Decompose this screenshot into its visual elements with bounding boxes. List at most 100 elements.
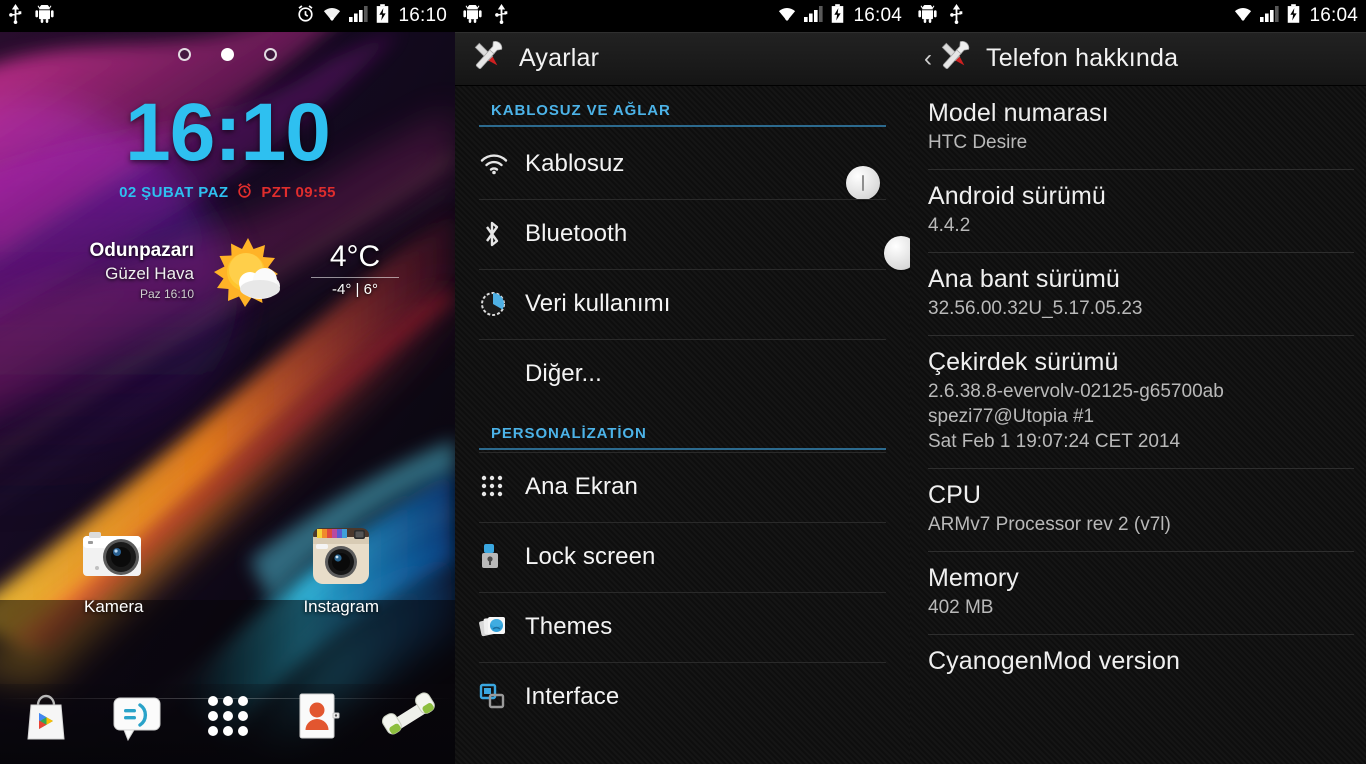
section-divider [479,125,886,127]
contacts-icon [293,688,345,749]
about-item-value: ARMv7 Processor rev 2 (v7l) [928,514,1171,535]
app-shortcut-kamera[interactable]: Kamera [0,525,228,617]
settings-row-ana-ekran[interactable]: Ana Ekran [479,452,886,522]
weather-temperature-block: 4°C -4° | 6° [307,240,403,298]
about-item-title: Çekirdek sürümü [928,348,1119,376]
wifi-icon [1233,5,1253,27]
battery-charging-icon [376,4,389,28]
android-icon [918,3,937,28]
settings-row-label: Ana Ekran [525,473,638,500]
three-phone-screenshots: 16:10 16:10 02 ŞUBAT PAZ PZT 09:55 Odunp… [0,0,1366,764]
back-button[interactable]: ‹ [924,46,932,71]
about-item-cpu[interactable]: CPU ARMv7 Processor rev 2 (v7l) [910,468,1366,551]
settings-tools-icon [936,39,974,78]
about-list[interactable]: Model numarası HTC Desire Android sürümü… [910,86,1366,692]
divider [311,277,399,278]
usb-icon [949,3,964,29]
settings-row-label: Interface [525,683,620,710]
settings-row-interface[interactable]: Interface [479,662,886,732]
page-title: Ayarlar [519,44,600,72]
clock-widget[interactable]: 16:10 02 ŞUBAT PAZ PZT 09:55 [0,92,455,203]
settings-row-bluetooth[interactable]: Bluetooth [479,199,910,270]
about-item-value: 2.6.38.8-evervolv-02125-g65700ab spezi77… [928,381,1224,452]
about-item-title: Model numarası [928,99,1109,127]
about-item-kernel-version[interactable]: Çekirdek sürümü 2.6.38.8-evervolv-02125-… [910,335,1366,468]
about-item-model[interactable]: Model numarası HTC Desire [910,86,1366,169]
status-clock: 16:04 [1309,5,1358,26]
settings-panel: 16:04 Ayarlar KABLOSUZ VE AĞLAR Kablosuz… [455,0,910,764]
settings-row-lock-screen[interactable]: Lock screen [479,522,886,592]
wifi-icon [322,5,342,27]
settings-row-themes[interactable]: Themes [479,592,886,662]
settings-tools-icon [469,39,507,78]
section-header-personalization: PERSONALİZATİON [491,425,647,442]
app-label: Kamera [83,597,144,616]
page-dot-active[interactable] [221,48,234,61]
settings-status-bar: 16:04 [455,0,910,32]
weather-low-high: -4° | 6° [332,281,378,298]
sun-behind-cloud-icon [210,236,290,317]
settings-row-label: Diğer... [525,360,602,387]
page-dot[interactable] [264,48,277,61]
next-alarm: PZT 09:55 [261,184,336,201]
about-item-baseband-version[interactable]: Ana bant sürümü 32.56.00.32U_5.17.05.23 [910,252,1366,335]
weather-text: Odunpazarı Güzel Hava Paz 16:10 [44,240,194,301]
section-header-wireless: KABLOSUZ VE AĞLAR [491,102,671,119]
status-clock: 16:04 [853,5,902,26]
settings-list[interactable]: KABLOSUZ VE AĞLAR Kablosuz Bluetooth Ver… [455,86,910,732]
settings-action-bar: Ayarlar [455,32,910,86]
usb-icon [494,3,509,29]
about-action-bar: ‹ Telefon hakkında [910,32,1366,86]
clock-date: 02 ŞUBAT PAZ [119,184,229,201]
camera-icon [0,525,228,587]
page-dot[interactable] [178,48,191,61]
home-dock [0,684,455,764]
about-item-value: 4.4.2 [928,215,971,236]
about-item-title: Android sürümü [928,182,1106,210]
app-drawer-icon [202,690,254,747]
weather-temperature: 4°C [329,240,381,273]
home-app-icons: Kamera Instagram [0,525,455,617]
settings-sheet: Ayarlar KABLOSUZ VE AĞLAR Kablosuz Bluet… [455,32,910,764]
about-sheet: ‹ Telefon hakkında Model numarası HTC De… [910,32,1366,764]
lock-icon [479,543,525,571]
phone-icon [378,690,442,747]
about-phone-panel: 16:04 ‹ Telefon hakkında Model numarası … [910,0,1366,764]
clock-dateline: 02 ŞUBAT PAZ PZT 09:55 [0,182,455,203]
about-item-android-version[interactable]: Android sürümü 4.4.2 [910,169,1366,252]
section-divider [479,448,886,450]
settings-row-kablosuz[interactable]: Kablosuz [479,129,886,200]
dock-item-play-store[interactable] [0,687,91,750]
clock-time: 16:10 [125,87,331,178]
dock-item-app-drawer[interactable] [182,690,273,747]
weather-condition: Güzel Hava [105,264,194,283]
about-item-title: Memory [928,564,1019,592]
android-icon [35,3,54,28]
settings-row-veri-kullanimi[interactable]: Veri kullanımı [479,269,886,339]
weather-city: Odunpazarı [89,240,194,261]
about-item-title: CPU [928,481,982,509]
status-clock: 16:10 [398,5,447,26]
android-icon [463,3,482,28]
play-store-icon [17,687,75,750]
grid-dots-icon [479,473,525,501]
about-item-value: 402 MB [928,597,994,618]
about-item-value: 32.56.00.32U_5.17.05.23 [928,298,1143,319]
page-indicator [0,48,455,61]
settings-row-label: Lock screen [525,543,656,570]
about-item-cyanogenmod-version[interactable]: CyanogenMod version [910,634,1366,692]
weather-widget[interactable]: Odunpazarı Güzel Hava Paz 16:10 4°C -4° … [44,238,411,314]
about-item-memory[interactable]: Memory 402 MB [910,551,1366,634]
app-shortcut-instagram[interactable]: Instagram [228,525,456,617]
dock-item-messaging[interactable] [91,688,182,749]
about-item-value: HTC Desire [928,132,1028,153]
signal-icon [349,5,369,27]
settings-row-diger[interactable]: Diğer... [479,339,886,409]
dock-item-phone[interactable] [364,690,455,747]
interface-windows-icon [479,683,525,711]
bluetooth-icon [479,220,525,248]
settings-row-label: Veri kullanımı [525,290,671,317]
dock-item-contacts[interactable] [273,688,364,749]
signal-icon [804,5,824,27]
wifi-icon [777,5,797,27]
